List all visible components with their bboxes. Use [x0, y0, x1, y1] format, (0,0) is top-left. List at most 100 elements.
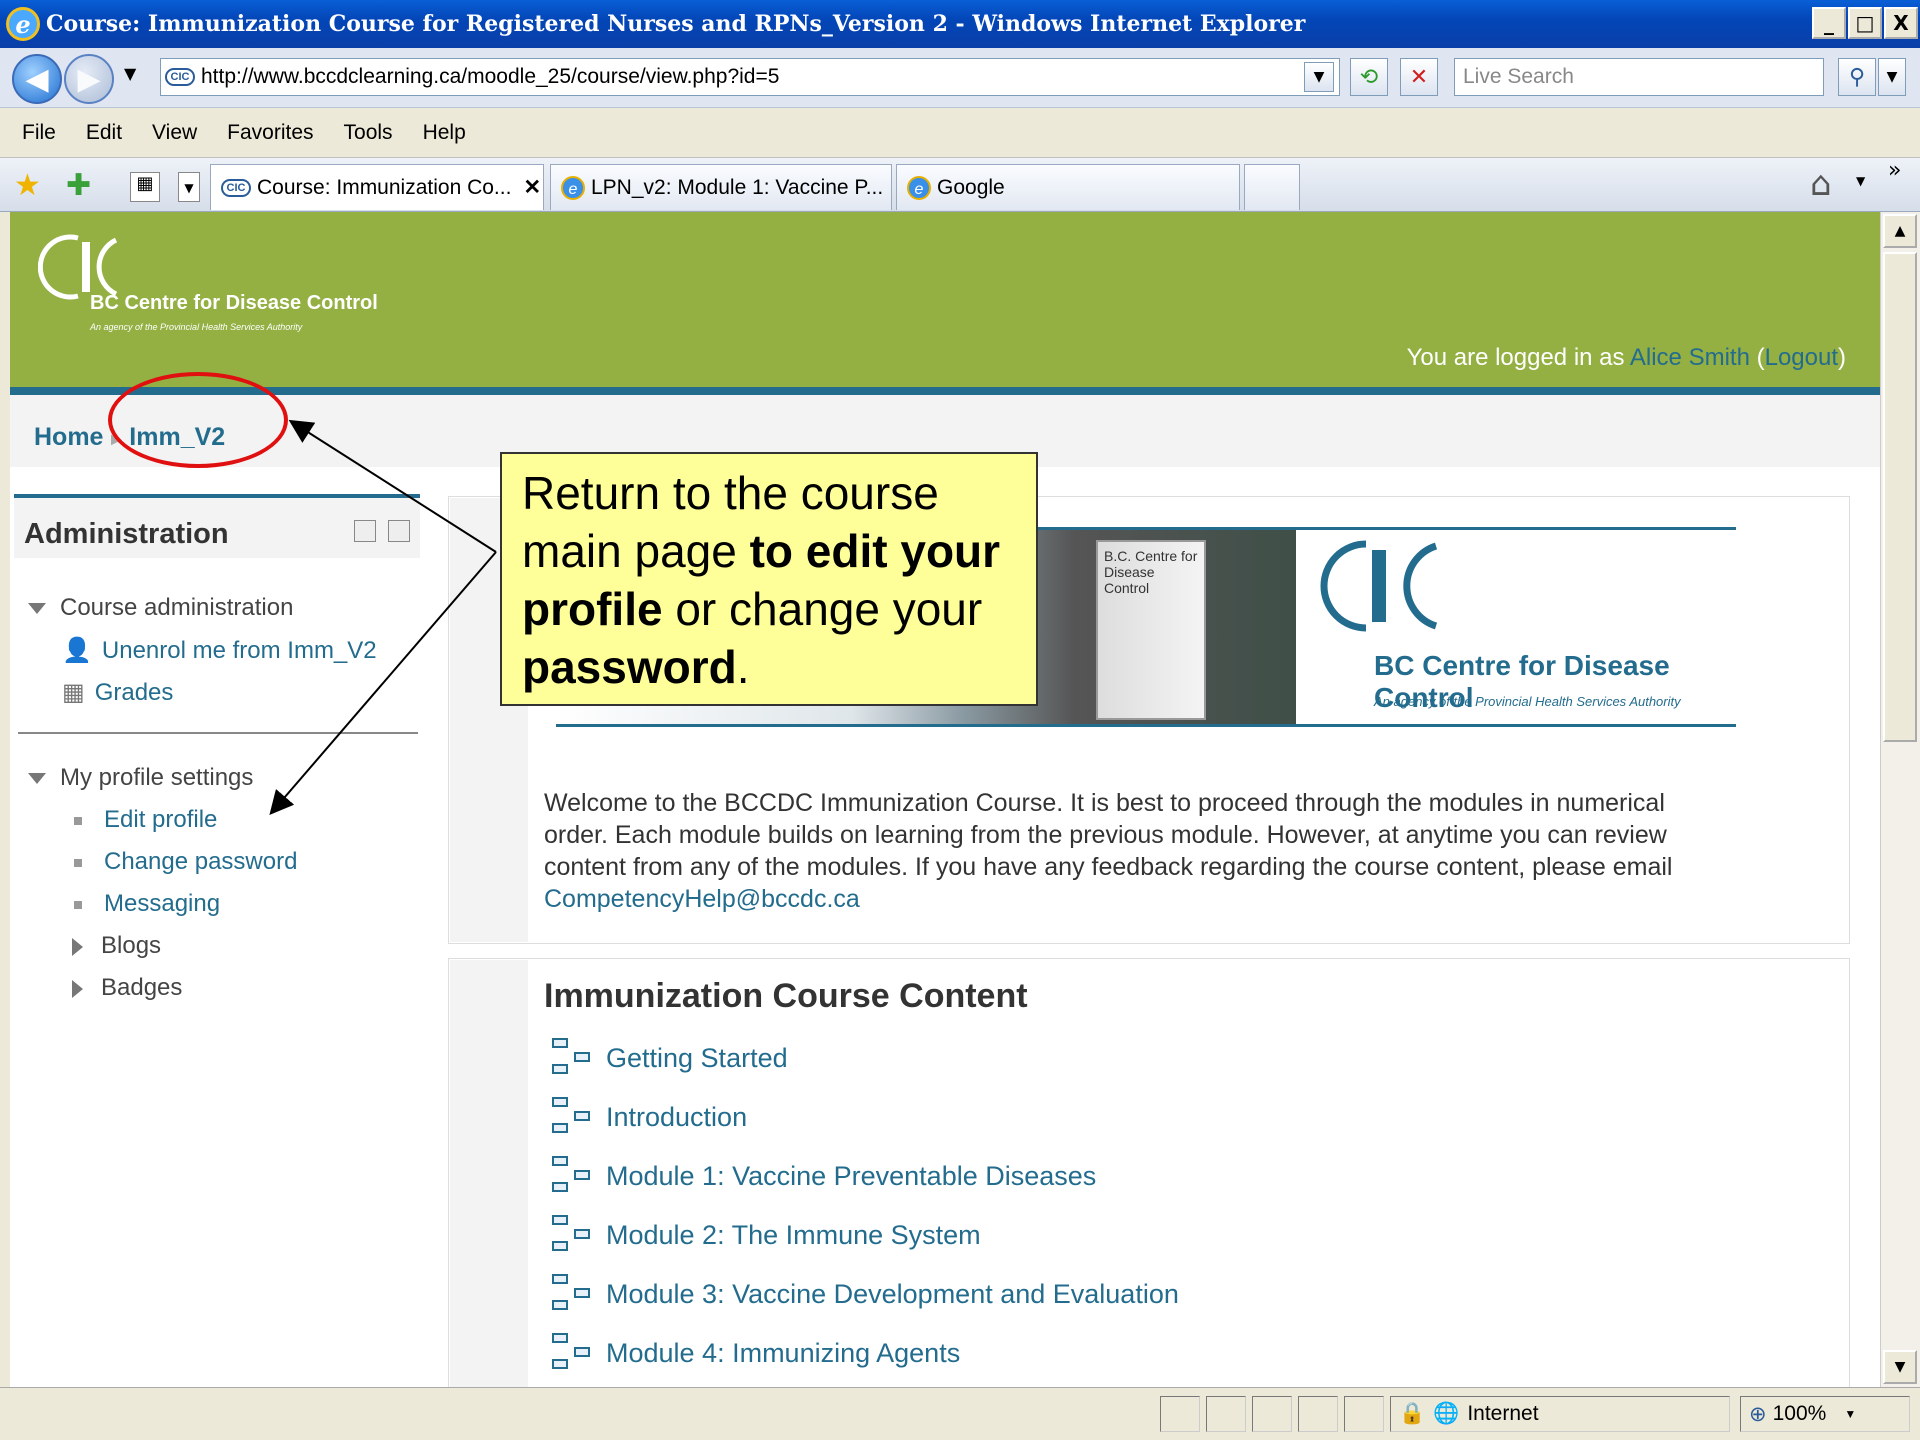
module-link[interactable]: Module 2: The Immune System [606, 1220, 981, 1251]
user-link[interactable]: Alice Smith [1630, 344, 1750, 371]
menu-favorites[interactable]: Favorites [227, 121, 313, 145]
module-item[interactable]: Module 2: The Immune System [550, 1213, 981, 1257]
toolbar-overflow-icon[interactable]: » [1888, 158, 1901, 183]
profile-settings-label: My profile settings [60, 764, 254, 791]
menu-tools[interactable]: Tools [344, 121, 393, 145]
home-icon[interactable]: ⌂ [1810, 164, 1832, 204]
close-window-button[interactable]: X [1884, 7, 1918, 39]
menu-bar: File Edit View Favorites Tools Help [0, 108, 1920, 158]
module-link[interactable]: Module 3: Vaccine Development and Evalua… [606, 1279, 1179, 1310]
scroll-down-icon[interactable]: ▼ [1883, 1350, 1917, 1384]
forward-button[interactable]: ▶ [64, 54, 114, 104]
ie-page-icon: e [561, 175, 585, 200]
module-item[interactable]: Module 4: Immunizing Agents [550, 1331, 960, 1375]
history-dropdown-icon[interactable]: ▼ [124, 64, 136, 83]
callout-bold-2: password [522, 641, 737, 693]
tab-lpn[interactable]: e LPN_v2: Module 1: Vaccine P... [550, 164, 892, 210]
status-bar: 🔒 🌐 Internet ⊕ 100% ▼ [0, 1387, 1920, 1440]
security-zone[interactable]: 🔒 🌐 Internet [1390, 1396, 1730, 1432]
module-item[interactable]: Module 3: Vaccine Development and Evalua… [550, 1272, 1179, 1316]
messaging-item[interactable]: Messaging [74, 890, 220, 918]
module-link[interactable]: Module 4: Immunizing Agents [606, 1338, 960, 1369]
unenrol-link[interactable]: Unenrol me from Imm_V2 [102, 637, 377, 664]
dock-block-icon[interactable] [354, 520, 376, 542]
maximize-button[interactable]: □ [1848, 7, 1882, 39]
module-hierarchy-icon [550, 1272, 594, 1316]
messaging-link[interactable]: Messaging [104, 890, 220, 917]
feedback-email-link[interactable]: CompetencyHelp@bccdc.ca [544, 885, 860, 913]
profile-settings-node[interactable]: My profile settings [28, 764, 253, 792]
tab-google[interactable]: e Google [896, 164, 1240, 210]
module-link[interactable]: Module 1: Vaccine Preventable Diseases [606, 1161, 1096, 1192]
scroll-thumb[interactable] [1883, 252, 1917, 742]
badges-node[interactable]: Badges [72, 974, 182, 1002]
admin-divider [18, 732, 418, 734]
login-prefix: You are logged in as [1406, 344, 1630, 371]
menu-file[interactable]: File [22, 121, 56, 145]
zoom-level: 100% [1772, 1402, 1827, 1425]
address-field[interactable]: CIC http://www.bccdclearning.ca/moodle_2… [160, 58, 1340, 96]
vertical-scrollbar[interactable]: ▲ ▼ [1880, 212, 1920, 1387]
highlight-circle [108, 372, 288, 468]
module-item[interactable]: Getting Started [550, 1036, 788, 1080]
grades-item[interactable]: ▦ Grades [62, 678, 173, 707]
blogs-label: Blogs [101, 932, 162, 959]
site-favicon-icon: CIC [165, 68, 195, 86]
favorites-star-icon[interactable]: ★ [14, 168, 41, 203]
protected-mode-icon: 🔒 [1399, 1402, 1426, 1425]
zone-label: Internet [1467, 1402, 1539, 1425]
quick-tabs-icon[interactable]: ▦ [130, 172, 160, 202]
tab-list-icon[interactable]: ▼ [178, 172, 200, 202]
module-item[interactable]: Introduction [550, 1095, 747, 1139]
tab-favicon-icon: CIC [221, 178, 251, 197]
zoom-control[interactable]: ⊕ 100% ▼ [1740, 1396, 1910, 1432]
module-link[interactable]: Introduction [606, 1102, 747, 1133]
add-favorite-icon[interactable]: ✚ [66, 168, 91, 203]
search-icon[interactable]: ⚲ [1838, 58, 1876, 96]
tab-bar: ★ ✚ ▦ ▼ CIC Course: Immunization Co... ✕… [0, 158, 1920, 212]
back-button[interactable]: ◀ [12, 54, 62, 104]
change-password-link[interactable]: Change password [104, 848, 297, 875]
logout-link[interactable]: Logout [1765, 344, 1838, 371]
grades-table-icon: ▦ [62, 679, 85, 706]
module-hierarchy-icon [550, 1036, 594, 1080]
module-link[interactable]: Getting Started [606, 1043, 788, 1074]
edit-profile-item[interactable]: Edit profile [74, 806, 217, 834]
close-tab-icon[interactable]: ✕ [523, 175, 541, 200]
module-hierarchy-icon [550, 1331, 594, 1375]
banner-book-image: B.C. Centre for Disease Control [1096, 540, 1206, 720]
blogs-node[interactable]: Blogs [72, 932, 161, 960]
search-input[interactable]: Live Search [1454, 58, 1824, 96]
hide-block-icon[interactable] [388, 520, 410, 542]
expand-down-icon [28, 603, 46, 615]
address-toolbar: ◀ ▶ ▼ CIC http://www.bccdclearning.ca/mo… [0, 48, 1920, 108]
tab-course[interactable]: CIC Course: Immunization Co... ✕ [210, 164, 544, 210]
menu-edit[interactable]: Edit [86, 121, 122, 145]
edit-profile-link[interactable]: Edit profile [104, 806, 217, 833]
home-dropdown-icon[interactable]: ▼ [1856, 174, 1865, 188]
menu-help[interactable]: Help [423, 121, 466, 145]
grades-link[interactable]: Grades [95, 679, 174, 706]
window-title: Course: Immunization Course for Register… [46, 11, 1306, 37]
scroll-up-icon[interactable]: ▲ [1883, 214, 1917, 248]
zoom-dropdown-icon[interactable]: ▼ [1844, 1407, 1856, 1421]
stop-icon[interactable]: ✕ [1400, 58, 1438, 96]
expand-right-icon [72, 937, 83, 956]
callout-text-2: or change your [662, 583, 983, 635]
minimize-button[interactable]: _ [1812, 7, 1846, 39]
search-options-icon[interactable]: ▼ [1878, 58, 1906, 96]
bullet-icon [74, 858, 82, 867]
banner-book-text: B.C. Centre for Disease Control [1104, 548, 1198, 596]
new-tab-button[interactable] [1244, 164, 1300, 210]
change-password-item[interactable]: Change password [74, 848, 297, 876]
tab-lpn-label: LPN_v2: Module 1: Vaccine P... [591, 175, 884, 199]
menu-view[interactable]: View [152, 121, 197, 145]
course-admin-node[interactable]: Course administration [28, 594, 293, 622]
breadcrumb-home[interactable]: Home [34, 423, 103, 451]
course-admin-label: Course administration [60, 594, 294, 621]
refresh-icon[interactable]: ⟲ [1350, 58, 1388, 96]
unenrol-item[interactable]: 👤 Unenrol me from Imm_V2 [62, 636, 377, 665]
ie-logo-icon: e [6, 7, 40, 41]
address-dropdown-icon[interactable]: ▼ [1304, 62, 1334, 92]
module-item[interactable]: Module 1: Vaccine Preventable Diseases [550, 1154, 1096, 1198]
